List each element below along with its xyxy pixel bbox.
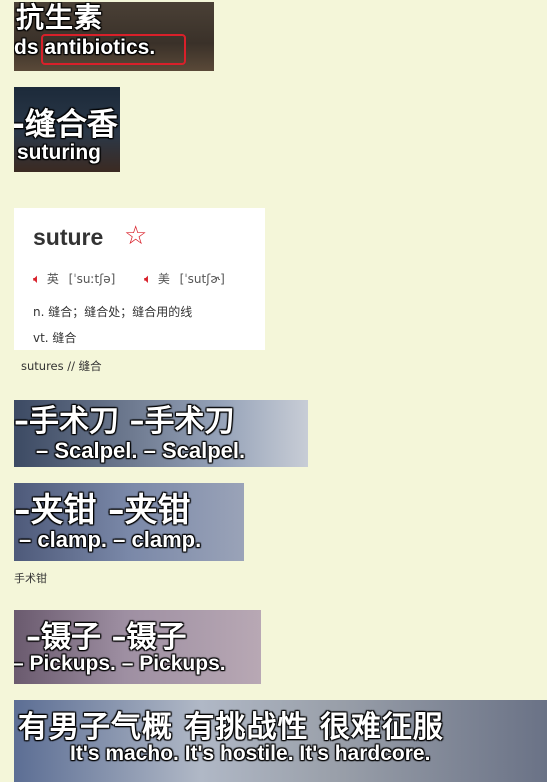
subtitle-english: It's macho. It's hostile. It's hardcore. <box>70 742 431 765</box>
subtitle-chinese: 有男子气概 有挑战性 很难征服 <box>18 710 444 745</box>
subtitle-clip-scalpel: –手术刀 –手术刀 – Scalpel. – Scalpel. <box>14 400 308 467</box>
subtitle-chinese: –手术刀 –手术刀 <box>14 404 235 439</box>
dictionary-word: suture <box>33 224 104 250</box>
subtitle-clip-pickups: –镊子 –镊子 – Pickups. – Pickups. <box>14 610 261 684</box>
subtitle-english: – Scalpel. – Scalpel. <box>36 438 246 463</box>
subtitle-clip-clamp: –夹钳 –夹钳 – clamp. – clamp. <box>14 483 244 561</box>
subtitle-clip-macho: 有男子气概 有挑战性 很难征服 It's macho. It's hostile… <box>14 700 547 782</box>
pronunciation-uk[interactable]: 🔈︎ 英 [ˈsuːtʃə] <box>33 270 115 287</box>
subtitle-english: – Pickups. – Pickups. <box>14 652 226 675</box>
subtitle-clip-antibiotics: 抗生素 ds antibiotics. <box>14 2 214 71</box>
pronunciation-us[interactable]: 🔈︎ 美 [ˈsutʃɚ] <box>144 270 225 287</box>
subtitle-english: suturing <box>17 141 101 164</box>
note-sutures: sutures // 缝合 <box>21 359 102 373</box>
subtitle-chinese: –夹钳 –夹钳 <box>14 490 191 529</box>
speaker-icon[interactable]: 🔈︎ <box>33 272 41 287</box>
note-forceps: 手术钳 <box>14 572 47 585</box>
speaker-icon[interactable]: 🔈︎ <box>144 272 152 287</box>
highlight-box <box>41 34 186 65</box>
definition-verb: vt. 缝合 <box>33 331 77 345</box>
subtitle-chinese: –镊子 –镊子 <box>26 620 187 655</box>
subtitle-chinese: -缝合香 <box>14 107 118 143</box>
definition-noun: n. 缝合；缝合处；缝合用的线 <box>33 305 193 319</box>
subtitle-chinese: 抗生素 <box>16 2 104 34</box>
dictionary-card: suture ☆ 🔈︎ 英 [ˈsuːtʃə] 🔈︎ 美 [ˈsutʃɚ] n. 缝… <box>14 208 265 350</box>
subtitle-english: – clamp. – clamp. <box>19 527 202 552</box>
subtitle-clip-suturing: -缝合香 suturing <box>14 87 120 172</box>
star-icon[interactable]: ☆ <box>124 221 147 251</box>
